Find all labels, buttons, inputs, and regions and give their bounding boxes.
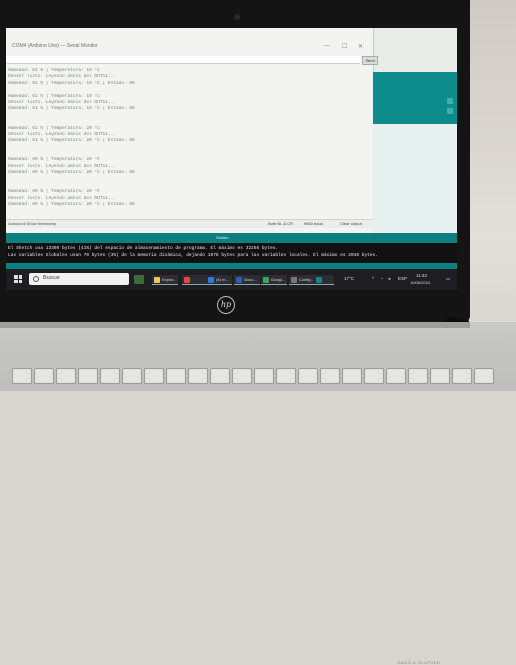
serial-monitor-window: COM4 (Arduino Uno) — Serial Monitor — ☐ … bbox=[6, 28, 378, 240]
app-label: Config... bbox=[299, 277, 314, 282]
app-icon bbox=[236, 276, 242, 283]
notifications-icon[interactable]: ▭ bbox=[446, 276, 450, 282]
keyboard-key bbox=[122, 368, 142, 384]
maximize-icon[interactable]: ☐ bbox=[342, 43, 347, 50]
keyboard-key bbox=[56, 368, 76, 384]
keyboard-key bbox=[364, 368, 384, 384]
upload-status: Subido bbox=[216, 235, 229, 240]
taskbar-app-6[interactable] bbox=[314, 275, 334, 285]
keyboard-key bbox=[210, 368, 230, 384]
language-label[interactable]: ESP bbox=[398, 276, 407, 281]
close-icon[interactable]: ✕ bbox=[358, 43, 363, 50]
taskbar-app-1[interactable] bbox=[182, 275, 208, 285]
hp-logo: hp bbox=[217, 296, 235, 314]
keyboard-key bbox=[188, 368, 208, 384]
keyboard-key bbox=[78, 368, 98, 384]
laptop-hinge bbox=[0, 322, 470, 328]
weather-label[interactable]: 17°C bbox=[344, 276, 354, 281]
ide-console: El Sketch usa 13309 bytes (41%) del espa… bbox=[6, 243, 457, 265]
keyboard-key bbox=[452, 368, 472, 384]
tab-menu-icon[interactable] bbox=[447, 108, 453, 114]
taskbar-app-2[interactable]: (4) m... bbox=[206, 275, 232, 285]
taskbar-app-4[interactable]: Googl... bbox=[261, 275, 287, 285]
console-line: El Sketch usa 13309 bytes (41%) del espa… bbox=[8, 246, 279, 251]
network-icon[interactable]: ◔ bbox=[380, 276, 383, 281]
serial-monitor-icon[interactable] bbox=[447, 98, 453, 104]
keyboard-key bbox=[474, 368, 494, 384]
system-tray-chevron-icon[interactable]: ^ bbox=[372, 276, 374, 281]
baud-rate-select[interactable]: 9600 baud bbox=[304, 221, 323, 226]
taskbar-app-0[interactable]: Explor... bbox=[152, 275, 178, 285]
taskbar-app-5[interactable]: Config... bbox=[289, 275, 315, 285]
desktop-widget-icon[interactable] bbox=[134, 275, 144, 284]
serial-output: Humedad: 62 % | Temperatura: 19 °C Sensor… bbox=[8, 68, 358, 209]
taskbar-search-box[interactable]: Buscar bbox=[29, 273, 129, 285]
keyboard-key bbox=[408, 368, 428, 384]
clear-output-button[interactable]: Clear output bbox=[340, 221, 362, 226]
keyboard-key bbox=[100, 368, 120, 384]
clock-time[interactable]: 11:43 bbox=[416, 273, 427, 278]
volume-icon[interactable]: ◂ bbox=[388, 276, 390, 282]
console-line: Las variables Globales usan 70 bytes (3%… bbox=[8, 253, 378, 258]
keyboard-key bbox=[298, 368, 318, 384]
app-icon bbox=[184, 276, 190, 283]
serial-monitor-title: COM4 (Arduino Uno) — Serial Monitor bbox=[12, 43, 98, 49]
app-icon bbox=[263, 276, 269, 283]
line-ending-select[interactable]: Both NL & CR bbox=[268, 221, 293, 226]
keyboard-key bbox=[34, 368, 54, 384]
search-icon bbox=[33, 276, 39, 282]
keyboard-key bbox=[166, 368, 186, 384]
keyboard-key bbox=[232, 368, 252, 384]
windows-start-icon[interactable] bbox=[14, 275, 22, 283]
search-placeholder: Buscar bbox=[43, 275, 61, 281]
serial-input-field[interactable] bbox=[6, 56, 360, 64]
keyboard-key bbox=[276, 368, 296, 384]
keyboard-row bbox=[12, 368, 502, 391]
serial-monitor-footer: Autoscroll Show timestamp Both NL & CR 9… bbox=[6, 219, 373, 228]
keyboard-key bbox=[144, 368, 164, 384]
ide-status-band: Subido bbox=[6, 233, 457, 243]
app-icon bbox=[291, 276, 297, 283]
windows-taskbar: Buscar Explor... (4) m... Docu... Googl... C… bbox=[6, 269, 457, 290]
ide-toolbar bbox=[373, 72, 457, 124]
autoscroll-checkbox[interactable]: Autoscroll Show timestamp bbox=[8, 221, 56, 226]
app-icon bbox=[154, 276, 160, 283]
clock-date[interactable]: 10/06/2024 bbox=[410, 280, 430, 285]
webcam bbox=[234, 14, 240, 20]
taskbar-app-3[interactable]: Docu... bbox=[234, 275, 260, 285]
app-label: Explor... bbox=[162, 277, 177, 282]
brand-label: BANG & OLUFSEN bbox=[398, 660, 441, 665]
keyboard-key bbox=[342, 368, 362, 384]
app-icon bbox=[316, 276, 322, 283]
keyboard-key bbox=[254, 368, 274, 384]
app-label: Docu... bbox=[244, 277, 257, 282]
app-label: Googl... bbox=[271, 277, 286, 282]
laptop-screen: COM4 (Arduino Uno) — Serial Monitor — ☐ … bbox=[6, 28, 457, 290]
app-label: (4) m... bbox=[216, 277, 229, 282]
send-button[interactable]: Send bbox=[362, 56, 378, 65]
keyboard-key bbox=[430, 368, 450, 384]
keyboard-key bbox=[386, 368, 406, 384]
serial-line: Humedad: 60 % | Temperatura: 20 °C | Est… bbox=[8, 202, 135, 208]
minimize-icon[interactable]: — bbox=[324, 43, 330, 49]
keyboard-key bbox=[320, 368, 340, 384]
keyboard-key bbox=[12, 368, 32, 384]
app-icon bbox=[208, 276, 214, 283]
